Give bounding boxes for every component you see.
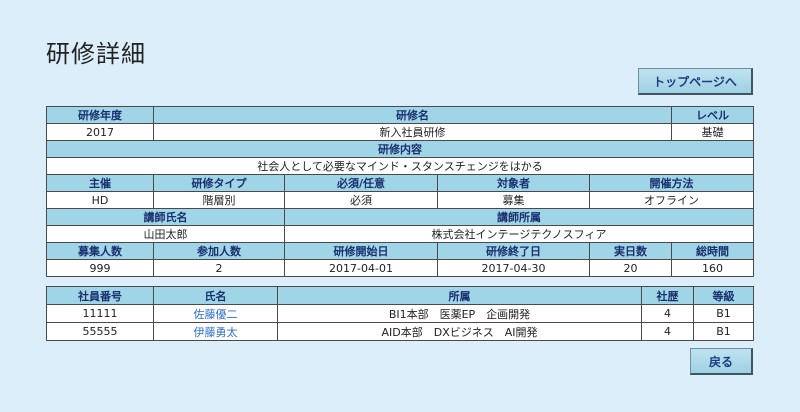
header-total-hours: 総時間 <box>671 242 754 260</box>
cell-tenure: 4 <box>641 322 694 341</box>
header-required: 必須/任意 <box>284 174 438 192</box>
header-department: 所属 <box>277 286 642 305</box>
top-page-button[interactable]: トップページへ <box>638 68 753 95</box>
value-participant-count: 2 <box>153 259 285 277</box>
cell-grade: B1 <box>693 322 754 341</box>
value-type: 階層別 <box>153 191 285 209</box>
back-button[interactable]: 戻る <box>690 348 753 375</box>
header-instructor-affiliation: 講師所属 <box>284 208 754 226</box>
value-actual-days: 20 <box>589 259 672 277</box>
header-training-name: 研修名 <box>153 106 672 124</box>
cell-grade: B1 <box>693 304 754 323</box>
page-title: 研修詳細 <box>46 40 146 68</box>
header-end-date: 研修終了日 <box>437 242 590 260</box>
participant-name-link[interactable]: 伊藤勇太 <box>153 322 278 341</box>
cell-employee-id: 11111 <box>46 304 154 323</box>
header-tenure: 社歴 <box>641 286 694 305</box>
header-participant-count: 参加人数 <box>153 242 285 260</box>
training-detail-table: 研修年度 研修名 レベル 2017 新入社員研修 基礎 研修内容 社会人として必… <box>46 106 754 277</box>
header-grade: 等級 <box>693 286 754 305</box>
header-instructor: 講師氏名 <box>46 208 285 226</box>
table-row: 55555 伊藤勇太 AID本部 DXビジネス AI開発 4 B1 <box>46 322 754 341</box>
value-instructor-affiliation: 株式会社インテージテクノスフィア <box>284 225 754 243</box>
header-content: 研修内容 <box>46 140 754 158</box>
cell-employee-id: 55555 <box>46 322 154 341</box>
value-end-date: 2017-04-30 <box>437 259 590 277</box>
participants-table: 社員番号 氏名 所属 社歴 等級 11111 佐藤優二 BI1本部 医薬EP 企… <box>46 286 754 341</box>
value-organizer: HD <box>46 191 154 209</box>
value-content: 社会人として必要なマインド・スタンスチェンジをはかる <box>46 157 754 175</box>
header-actual-days: 実日数 <box>589 242 672 260</box>
header-type: 研修タイプ <box>153 174 285 192</box>
header-name: 氏名 <box>153 286 278 305</box>
table-row: 11111 佐藤優二 BI1本部 医薬EP 企画開発 4 B1 <box>46 304 754 323</box>
header-recruit-count: 募集人数 <box>46 242 154 260</box>
value-target: 募集 <box>437 191 590 209</box>
value-total-hours: 160 <box>671 259 754 277</box>
header-organizer: 主催 <box>46 174 154 192</box>
value-required: 必須 <box>284 191 438 209</box>
cell-department: AID本部 DXビジネス AI開発 <box>277 322 642 341</box>
cell-tenure: 4 <box>641 304 694 323</box>
header-start-date: 研修開始日 <box>284 242 438 260</box>
value-recruit-count: 999 <box>46 259 154 277</box>
value-training-name: 新入社員研修 <box>153 123 672 141</box>
header-level: レベル <box>671 106 754 124</box>
header-method: 開催方法 <box>589 174 754 192</box>
header-employee-id: 社員番号 <box>46 286 154 305</box>
value-start-date: 2017-04-01 <box>284 259 438 277</box>
value-method: オフライン <box>589 191 754 209</box>
header-target: 対象者 <box>437 174 590 192</box>
value-instructor: 山田太郎 <box>46 225 285 243</box>
participant-name-link[interactable]: 佐藤優二 <box>153 304 278 323</box>
value-year: 2017 <box>46 123 154 141</box>
header-year: 研修年度 <box>46 106 154 124</box>
cell-department: BI1本部 医薬EP 企画開発 <box>277 304 642 323</box>
value-level: 基礎 <box>671 123 754 141</box>
